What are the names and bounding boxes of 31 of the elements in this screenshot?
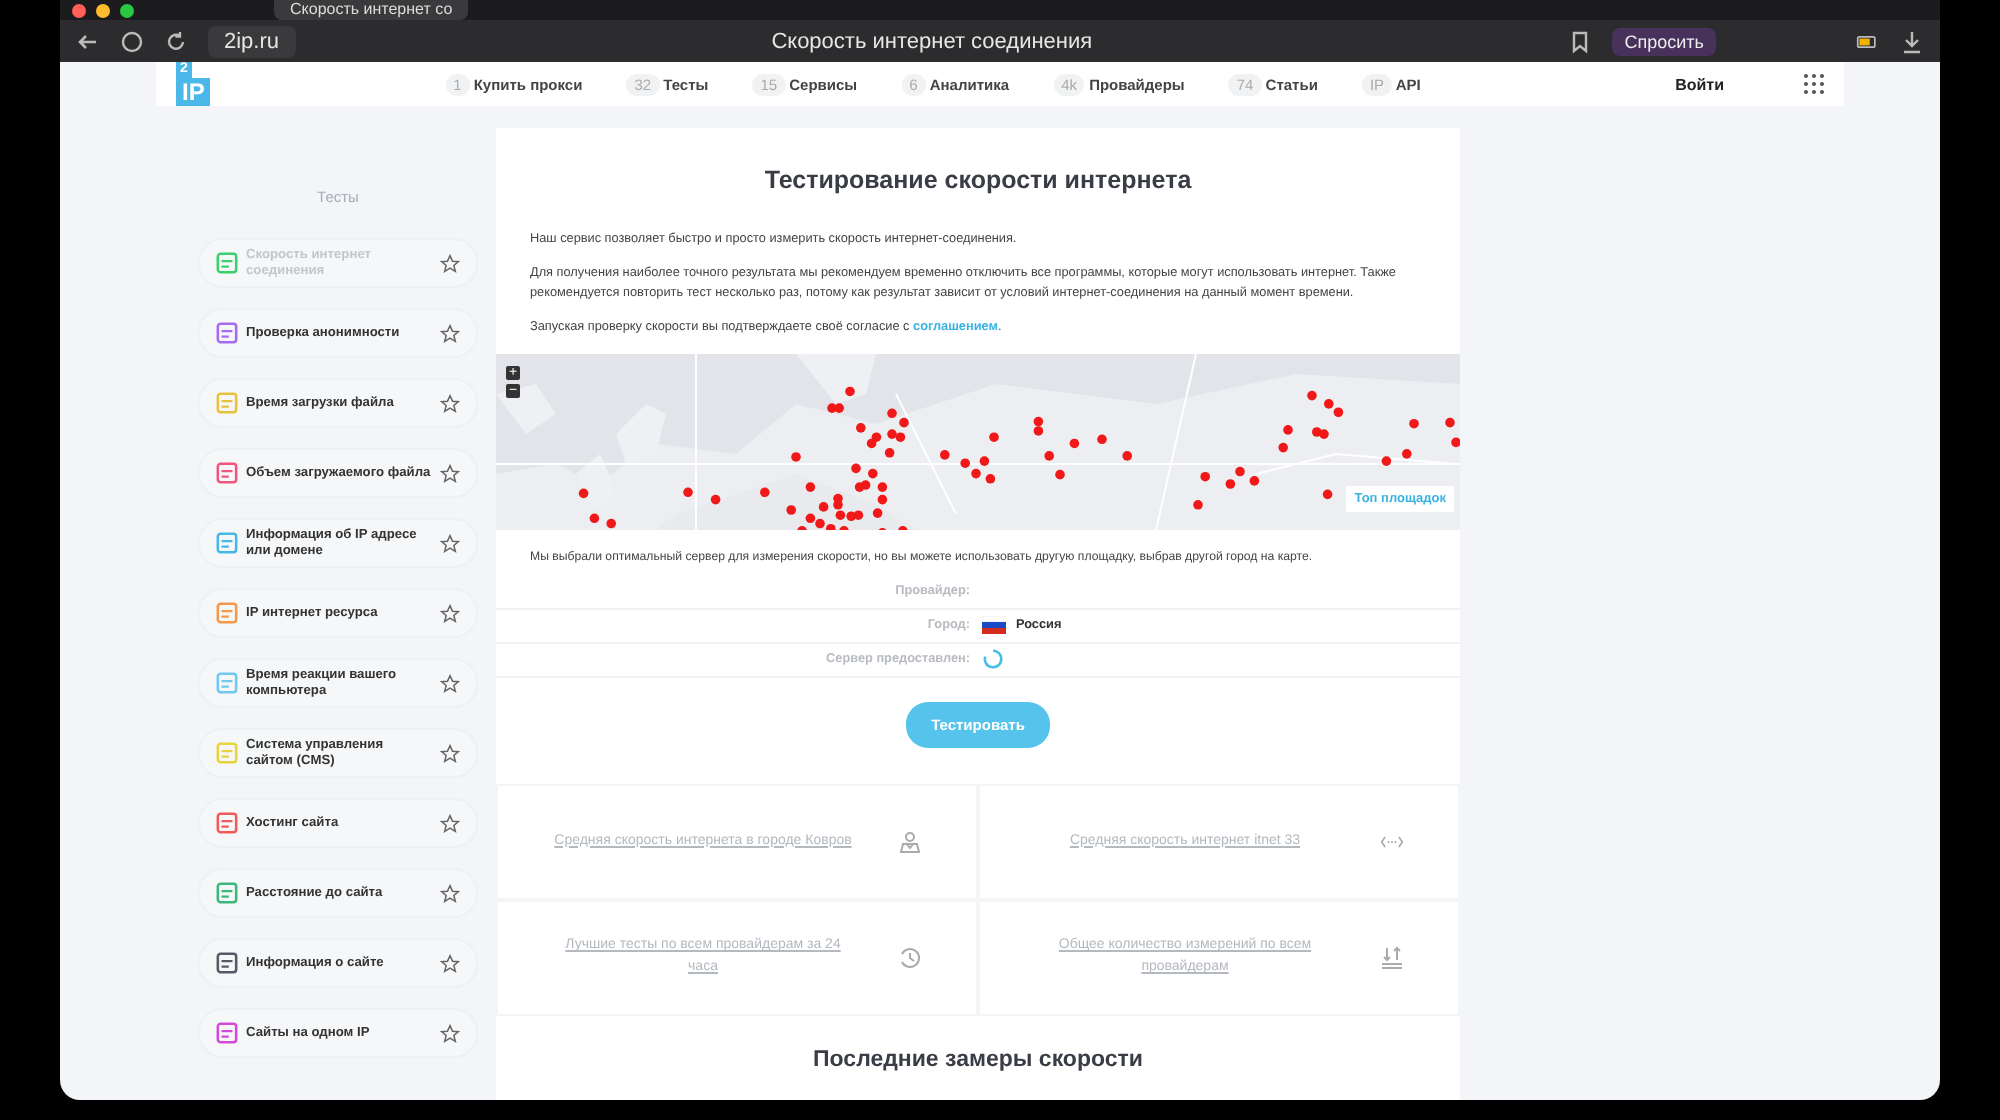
star-icon[interactable] <box>440 603 460 623</box>
user-pin-icon <box>897 829 921 854</box>
star-icon[interactable] <box>440 323 460 343</box>
browser-tab[interactable]: Скорость интернет со <box>274 0 469 20</box>
address-bar[interactable]: 2ip.ru <box>208 25 296 57</box>
history-icon <box>897 945 921 970</box>
flag-icon <box>982 616 1006 635</box>
page-heading: Тестирование скорости интернета <box>762 166 1194 194</box>
apps-grid-icon[interactable] <box>1804 74 1824 94</box>
login-button[interactable]: Войти <box>1655 69 1744 99</box>
page-title: Скорость интернет соединения <box>769 29 1095 53</box>
star-icon[interactable] <box>440 883 460 903</box>
up-down-arrows-icon <box>1379 945 1403 970</box>
ask-button[interactable]: Спросить <box>1612 27 1716 55</box>
star-icon[interactable] <box>440 673 460 693</box>
bookmark-icon[interactable] <box>1568 29 1593 53</box>
window-controls-icon[interactable] <box>72 3 134 17</box>
download-icon[interactable] <box>1900 29 1924 53</box>
reload-icon[interactable] <box>164 29 188 53</box>
star-icon[interactable] <box>440 813 460 833</box>
star-icon[interactable] <box>440 533 460 553</box>
star-icon[interactable] <box>440 743 460 763</box>
star-icon[interactable] <box>440 953 460 973</box>
circle-icon[interactable] <box>120 29 144 53</box>
star-icon[interactable] <box>440 253 460 273</box>
section-heading: Последние замеры скорости <box>811 1047 1145 1072</box>
star-icon[interactable] <box>440 463 460 483</box>
back-icon[interactable] <box>76 29 100 53</box>
star-icon[interactable] <box>440 393 460 413</box>
star-icon[interactable] <box>440 1023 460 1043</box>
loading-spinner-icon <box>982 648 1004 671</box>
